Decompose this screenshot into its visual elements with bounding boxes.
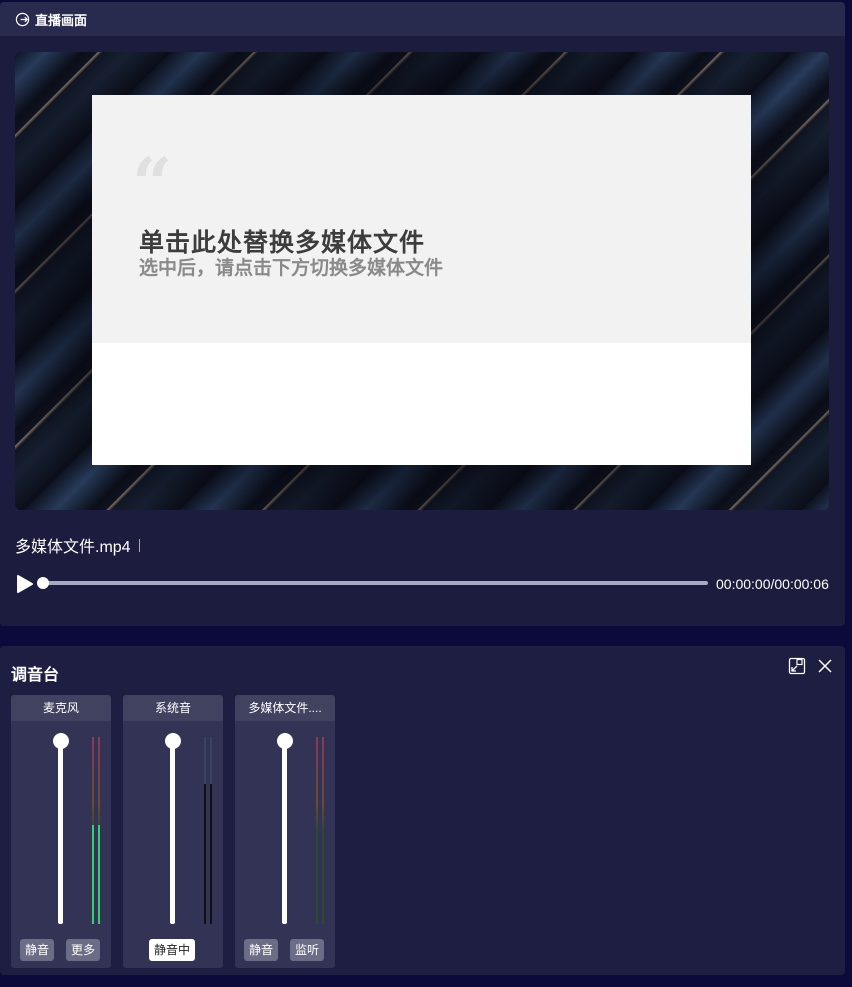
mixer-channel: 麦克风静音 更多	[11, 695, 111, 968]
media-file-name-text: 多媒体文件.mp4	[15, 539, 131, 556]
level-meter-right	[322, 737, 324, 924]
mixer-channel: 系统音 静音中	[123, 695, 223, 968]
quote-mark-icon: “	[132, 142, 173, 225]
exit-icon[interactable]	[15, 12, 30, 27]
audio-mixer-panel: 调音台 麦克风 静音 更多 系统音 静音中 多媒体文件.... 静音 监听	[0, 646, 845, 975]
channel-name: 多媒体文件....	[235, 695, 335, 721]
close-icon[interactable]	[817, 658, 833, 674]
mute-button[interactable]: 静音	[244, 939, 279, 961]
level-meter-right	[98, 737, 100, 924]
volume-fader-track[interactable]	[170, 737, 175, 924]
volume-fader-track[interactable]	[282, 737, 287, 924]
media-file-name[interactable]: 多媒体文件.mp4	[15, 533, 140, 557]
text-caret	[138, 538, 140, 552]
placeholder-top-area	[92, 95, 751, 343]
popout-icon[interactable]	[788, 657, 806, 675]
mute-button[interactable]: 静音	[20, 939, 55, 961]
live-panel-header: 直播画面	[0, 2, 845, 36]
channel-name: 麦克风	[11, 695, 111, 721]
play-icon[interactable]	[16, 574, 34, 594]
volume-fader-track[interactable]	[58, 737, 63, 924]
media-placeholder[interactable]: “ 单击此处替换多媒体文件 选中后，请点击下方切换多媒体文件	[92, 95, 751, 465]
level-meter-right	[210, 737, 212, 924]
level-meter-left	[92, 737, 94, 924]
mixer-title: 调音台	[11, 667, 60, 684]
mixer-channel: 多媒体文件.... 静音 监听	[235, 695, 335, 968]
volume-fader-knob[interactable]	[53, 733, 69, 749]
live-panel-title: 直播画面	[35, 12, 88, 28]
level-meter-left	[204, 737, 206, 924]
muted-button[interactable]: 静音中	[149, 939, 196, 961]
channel-name: 系统音	[123, 695, 223, 721]
live-preview-canvas[interactable]: “ 单击此处替换多媒体文件 选中后，请点击下方切换多媒体文件	[15, 52, 829, 510]
timecode: 00:00:00/00:00:06	[716, 576, 829, 592]
level-meter-left	[316, 737, 318, 924]
seek-bar[interactable]	[37, 577, 708, 589]
placeholder-subtitle: 选中后，请点击下方切换多媒体文件	[139, 258, 444, 279]
monitor-button[interactable]: 监听	[290, 939, 325, 961]
seek-handle[interactable]	[37, 577, 49, 589]
live-preview-panel: 直播画面 “ 单击此处替换多媒体文件 选中后，请点击下方切换多媒体文件 多媒体文…	[0, 2, 845, 626]
volume-fader-knob[interactable]	[277, 733, 293, 749]
volume-fader-knob[interactable]	[165, 733, 181, 749]
more-button[interactable]: 更多	[66, 939, 101, 961]
